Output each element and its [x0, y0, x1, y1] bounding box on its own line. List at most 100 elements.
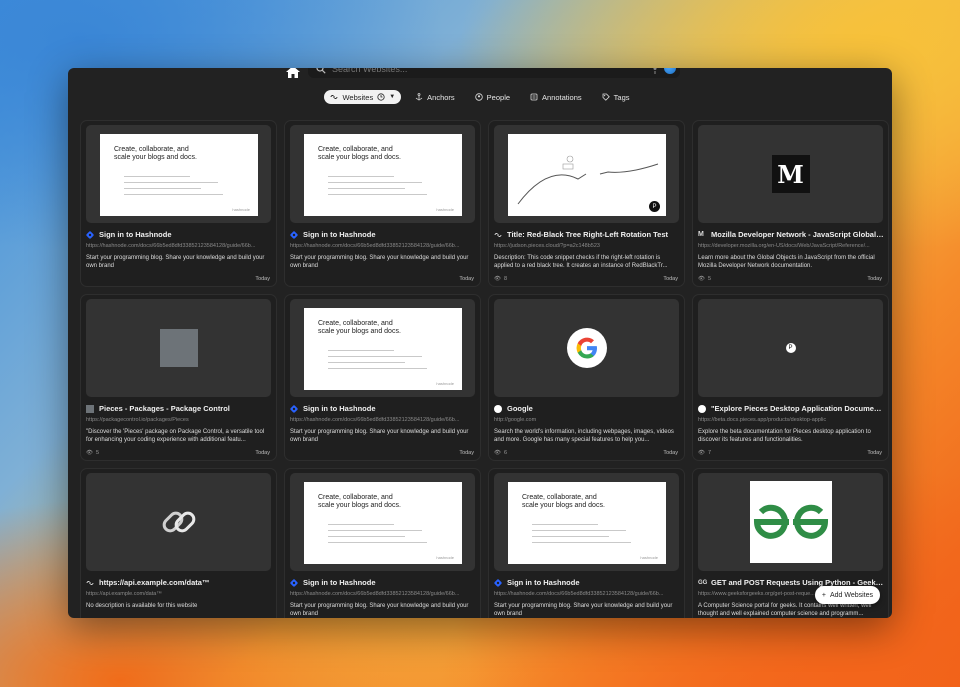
- card-description: Search the world's information, includin…: [494, 429, 674, 443]
- pieces-logo-icon: P: [785, 343, 796, 353]
- website-card[interactable]: Google http://google.com Search the world'…: [488, 294, 685, 461]
- add-websites-button[interactable]: + Add Websites: [814, 586, 880, 604]
- card-thumbnail[interactable]: [494, 299, 679, 397]
- card-title-text: "Explore Pieces Desktop Application Docu…: [711, 404, 884, 413]
- plus-icon: +: [821, 591, 826, 599]
- avatar[interactable]: [664, 68, 676, 74]
- filter-annotations[interactable]: Annotations: [524, 90, 588, 104]
- card-url[interactable]: https://hashnode.com/docs/66b5ed8dfd3385…: [290, 417, 476, 423]
- card-thumbnail[interactable]: Create, collaborate, and scale your blog…: [86, 125, 271, 223]
- filter-bar: Websites ▼ Anchors People Annotations Ta…: [68, 90, 892, 104]
- card-title-text: Sign in to Hashnode: [303, 578, 376, 587]
- card-title[interactable]: Google: [494, 404, 680, 413]
- search-bar[interactable]: [308, 68, 680, 78]
- card-title[interactable]: Sign in to Hashnode: [290, 578, 476, 587]
- hashnode-preview-lines: [328, 176, 438, 211]
- website-card[interactable]: P "Explore Pieces Desktop Application Doc…: [692, 294, 889, 461]
- card-thumbnail[interactable]: Create, collaborate, and scale your blog…: [494, 473, 679, 571]
- chevron-down-icon: ▼: [389, 94, 396, 100]
- view-count: 👁 5: [86, 450, 99, 456]
- hashnode-screenshot: Create, collaborate, and scale your blog…: [304, 134, 462, 216]
- card-url[interactable]: https://api.example.com/data™: [86, 591, 272, 597]
- card-thumbnail[interactable]: P: [494, 125, 679, 223]
- hashnode-logo: hashnode: [436, 381, 454, 386]
- website-card[interactable]: Create, collaborate, and scale your blog…: [284, 294, 481, 461]
- website-card[interactable]: Pieces - Packages - Package Control https…: [80, 294, 277, 461]
- card-url[interactable]: https://hashnode.com/docs/66b5ed8dfd3385…: [290, 243, 476, 249]
- filter-people[interactable]: People: [469, 90, 516, 104]
- card-thumbnail[interactable]: Create, collaborate, and scale your blog…: [290, 125, 475, 223]
- microphone-icon[interactable]: [652, 68, 658, 74]
- view-count-value: 5: [95, 450, 100, 456]
- card-title[interactable]: "Explore Pieces Desktop Application Docu…: [698, 404, 884, 413]
- card-url[interactable]: https://developer.mozilla.org/en-US/docs…: [698, 243, 884, 249]
- card-title[interactable]: Title: Red-Black Tree Right-Left Rotatio…: [494, 230, 680, 239]
- card-date: Today: [867, 450, 882, 456]
- website-card[interactable]: M M Mozilla Developer Network - JavaScript…: [692, 120, 889, 287]
- view-count-value: 6: [503, 450, 508, 456]
- card-description: A Computer Science portal for geeks. It …: [698, 603, 872, 617]
- card-thumbnail[interactable]: P: [698, 299, 883, 397]
- hashnode-preview-lines: [124, 176, 234, 211]
- hashnode-screenshot: Create, collaborate, and scale your blog…: [304, 308, 462, 390]
- card-thumbnail[interactable]: M: [698, 125, 883, 223]
- card-url[interactable]: https://hashnode.com/docs/66b5ed8dfd3385…: [86, 243, 272, 249]
- filter-tags[interactable]: Tags: [596, 90, 636, 104]
- home-icon[interactable]: [286, 68, 300, 78]
- clock-icon: [377, 93, 385, 101]
- card-title[interactable]: Sign in to Hashnode: [86, 230, 272, 239]
- eye-icon: 👁: [494, 450, 501, 456]
- card-title[interactable]: Sign in to Hashnode: [290, 404, 476, 413]
- card-date: Today: [663, 276, 678, 282]
- card-thumbnail[interactable]: Create, collaborate, and scale your blog…: [290, 473, 475, 571]
- geeksforgeeks-icon: GG: [698, 579, 708, 586]
- card-title[interactable]: https://api.example.com/data™: [86, 578, 272, 587]
- filter-websites[interactable]: Websites ▼: [324, 90, 402, 104]
- card-url[interactable]: https://beta.docs.pieces.app/products/de…: [698, 417, 884, 423]
- card-date: Today: [459, 450, 474, 456]
- card-thumbnail[interactable]: [86, 299, 271, 397]
- geeksforgeeks-logo: [749, 481, 832, 563]
- card-description: "Discover the 'Pieces' package on Packag…: [86, 429, 265, 443]
- view-count: 👁 7: [698, 450, 711, 456]
- website-card[interactable]: Create, collaborate, and scale your blog…: [284, 468, 481, 618]
- link-icon: [331, 95, 338, 99]
- card-title[interactable]: Pieces - Packages - Package Control: [86, 404, 272, 413]
- website-card[interactable]: Create, collaborate, and scale your blog…: [284, 120, 481, 287]
- filter-anchors[interactable]: Anchors: [409, 90, 461, 104]
- card-url[interactable]: https://judson.pieces.cloud/?p=a2c148b52…: [494, 243, 680, 249]
- annotation-icon: [530, 93, 538, 101]
- card-title[interactable]: Sign in to Hashnode: [494, 578, 680, 587]
- card-description: Start your programming blog. Share your …: [494, 603, 673, 617]
- card-url[interactable]: https://packagecontrol.io/packages/Piece…: [86, 417, 272, 423]
- card-description: Start your programming blog. Share your …: [290, 603, 469, 617]
- filter-label: Annotations: [542, 92, 582, 102]
- card-thumbnail[interactable]: [86, 473, 271, 571]
- card-url[interactable]: http://google.com: [494, 417, 680, 423]
- hashnode-headline: Create, collaborate, and scale your blog…: [318, 494, 401, 509]
- card-thumbnail[interactable]: [698, 473, 883, 571]
- hashnode-headline: Create, collaborate, and scale your blog…: [114, 146, 197, 161]
- hashnode-icon: [494, 578, 502, 587]
- card-description: No description is available for this web…: [86, 603, 198, 609]
- add-websites-label: Add Websites: [829, 591, 873, 599]
- website-card[interactable]: Create, collaborate, and scale your blog…: [80, 120, 277, 287]
- card-description: Start your programming blog. Share your …: [290, 429, 469, 443]
- card-title[interactable]: M Mozilla Developer Network - JavaScript …: [698, 230, 884, 239]
- hashnode-icon: [290, 230, 298, 239]
- card-url[interactable]: https://hashnode.com/docs/66b5ed8dfd3385…: [494, 591, 680, 597]
- hashnode-headline: Create, collaborate, and scale your blog…: [318, 146, 401, 161]
- view-count: 👁 6: [494, 450, 507, 456]
- search-input[interactable]: [332, 68, 612, 74]
- card-title[interactable]: Sign in to Hashnode: [290, 230, 476, 239]
- hashnode-logo: hashnode: [436, 207, 454, 212]
- card-thumbnail[interactable]: Create, collaborate, and scale your blog…: [290, 299, 475, 397]
- filter-label: People: [486, 92, 511, 102]
- website-card[interactable]: P Title: Red-Black Tree Right-Left Rotati…: [488, 120, 685, 287]
- website-card[interactable]: https://api.example.com/data™ https://api…: [80, 468, 277, 618]
- pieces-logo-icon: P: [649, 201, 660, 212]
- card-date: Today: [255, 276, 270, 282]
- card-url[interactable]: https://hashnode.com/docs/66b5ed8dfd3385…: [290, 591, 476, 597]
- eye-icon: 👁: [86, 450, 93, 456]
- website-card[interactable]: Create, collaborate, and scale your blog…: [488, 468, 685, 618]
